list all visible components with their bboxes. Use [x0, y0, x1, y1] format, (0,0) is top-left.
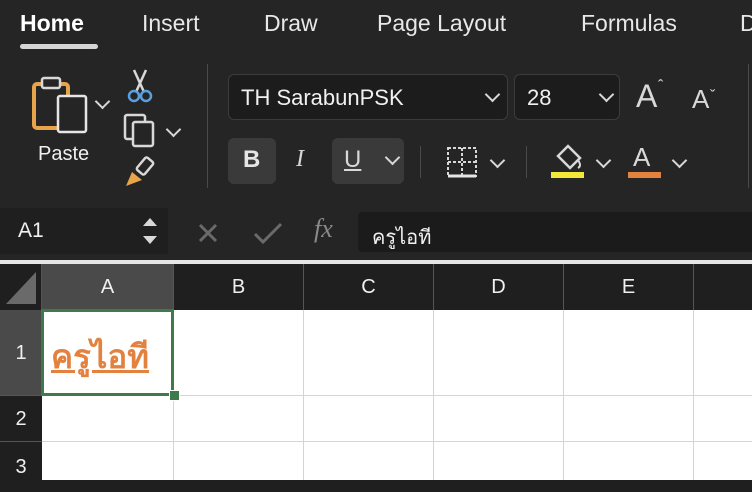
- underline-label: U: [344, 146, 362, 173]
- fill-color-bucket-icon[interactable]: [552, 142, 586, 172]
- name-box[interactable]: A1: [0, 208, 168, 254]
- font-size-select[interactable]: 28: [514, 74, 620, 120]
- ribbon-separator: [420, 146, 421, 178]
- font-name-value: TH SarabunPSK: [241, 85, 404, 110]
- column-header-f-partial[interactable]: [694, 264, 752, 310]
- borders-icon[interactable]: [446, 146, 478, 178]
- tab-home[interactable]: Home: [20, 10, 84, 37]
- select-all-triangle-icon: [6, 272, 36, 304]
- tab-draw[interactable]: Draw: [264, 10, 318, 37]
- column-header-a[interactable]: A: [42, 264, 174, 310]
- cell-a1-selected[interactable]: ครูไอที: [41, 309, 174, 396]
- column-header-d[interactable]: D: [434, 264, 564, 310]
- increase-font-size-button[interactable]: A ˆ: [634, 78, 674, 118]
- tab-data-truncated[interactable]: D: [740, 10, 752, 37]
- tab-formulas[interactable]: Formulas: [581, 10, 677, 37]
- name-box-stepper-icon[interactable]: [140, 212, 160, 250]
- underline-button[interactable]: U: [332, 138, 404, 184]
- paste-button[interactable]: [28, 74, 92, 140]
- font-color-swatch: [628, 172, 661, 178]
- formula-content: ครูไอที: [372, 225, 432, 249]
- bold-label: B: [243, 146, 261, 173]
- paste-label[interactable]: Paste: [38, 143, 89, 166]
- font-color-letter-icon: A: [633, 142, 651, 172]
- insert-function-fx-button[interactable]: fx: [314, 214, 333, 244]
- row-header-1[interactable]: 1: [0, 310, 42, 396]
- name-box-value: A1: [18, 219, 44, 242]
- tab-page-layout[interactable]: Page Layout: [377, 10, 506, 37]
- font-size-chevron-icon: [598, 86, 615, 103]
- decrease-font-size-button[interactable]: A ˇ: [690, 82, 730, 122]
- font-color-button[interactable]: A: [628, 140, 662, 180]
- cell-a1-text: ครูไอที: [51, 337, 149, 376]
- fill-color-swatch: [551, 172, 584, 178]
- up-caret-icon: ˆ: [658, 78, 664, 95]
- active-tab-indicator: [20, 44, 98, 49]
- copy-icon[interactable]: [122, 112, 158, 148]
- ribbon-separator: [748, 64, 749, 188]
- column-header-b[interactable]: B: [174, 264, 304, 310]
- fill-handle[interactable]: [169, 390, 180, 401]
- underline-chevron-icon[interactable]: [384, 149, 401, 166]
- format-painter-icon[interactable]: [122, 156, 158, 190]
- ribbon-separator: [207, 64, 208, 188]
- ribbon-separator: [526, 146, 527, 178]
- italic-button[interactable]: I: [284, 138, 324, 184]
- grow-font-icon: A: [636, 78, 658, 114]
- cancel-x-icon[interactable]: [196, 221, 220, 245]
- down-caret-icon: ˇ: [710, 88, 716, 105]
- cut-scissors-icon[interactable]: [126, 68, 154, 104]
- font-size-value: 28: [527, 85, 552, 110]
- paste-icon: [32, 76, 88, 134]
- italic-label: I: [296, 146, 304, 172]
- column-header-e[interactable]: E: [564, 264, 694, 310]
- select-all-corner[interactable]: [0, 264, 42, 310]
- column-header-c[interactable]: C: [304, 264, 434, 310]
- font-name-select[interactable]: TH SarabunPSK: [228, 74, 508, 120]
- bold-button[interactable]: B: [228, 138, 276, 184]
- font-name-chevron-icon: [484, 86, 501, 103]
- grid-line: [42, 441, 752, 442]
- formula-input[interactable]: ครูไอที: [358, 212, 752, 252]
- shrink-font-icon: A: [692, 84, 710, 114]
- enter-check-icon[interactable]: [252, 220, 284, 246]
- tab-insert[interactable]: Insert: [142, 10, 200, 37]
- row-header-2[interactable]: 2: [0, 396, 42, 442]
- row-header-3[interactable]: 3: [0, 442, 42, 480]
